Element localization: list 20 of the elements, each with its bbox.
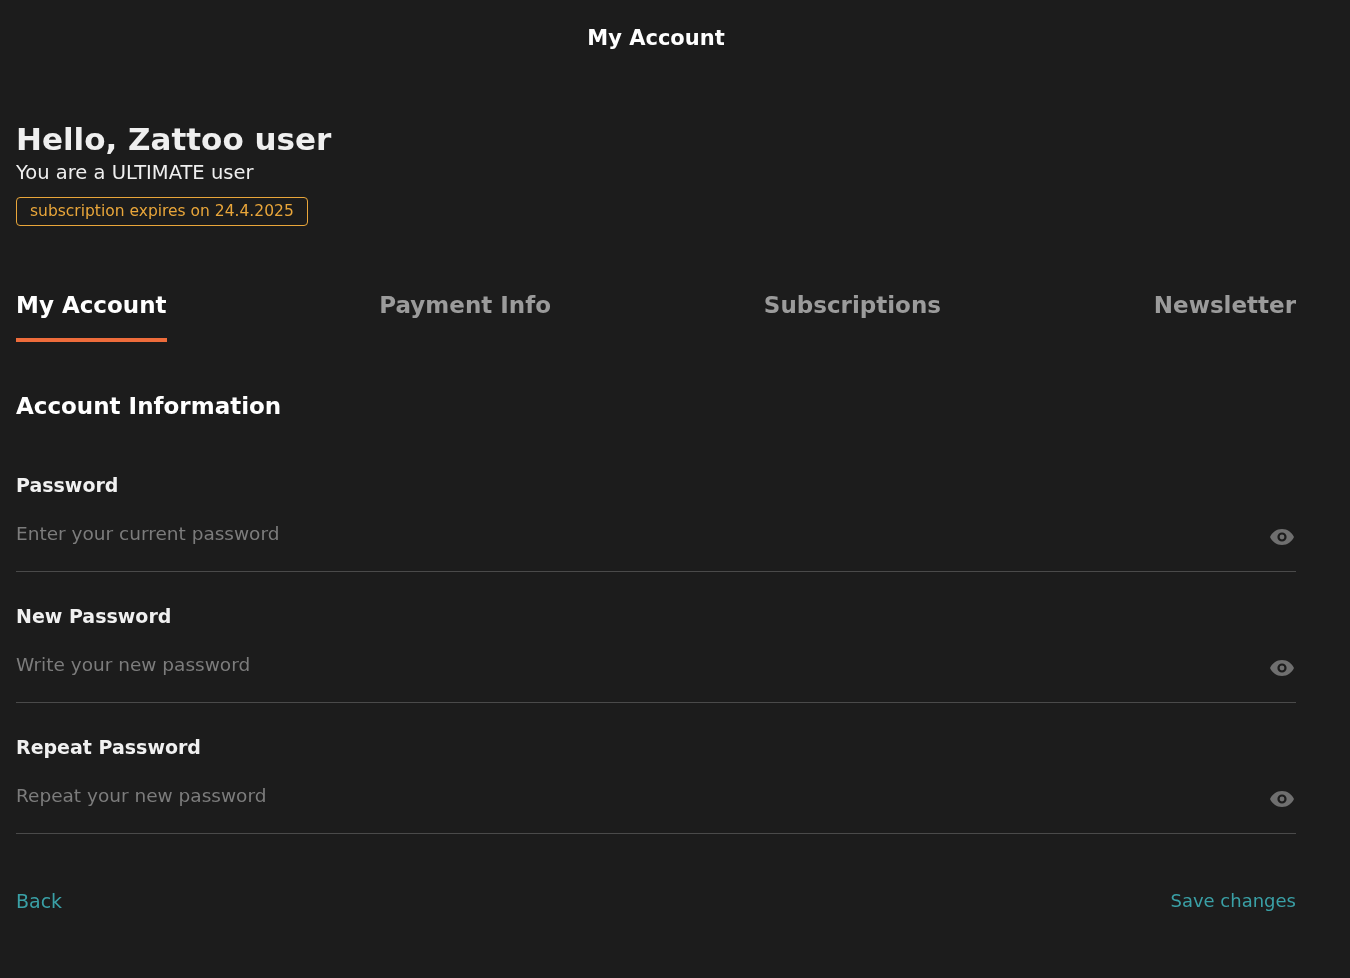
section-heading: Account Information bbox=[16, 392, 283, 421]
password-field[interactable]: Write your new password bbox=[16, 652, 1296, 703]
eye-icon[interactable] bbox=[1270, 791, 1294, 807]
page-title: My Account bbox=[587, 25, 725, 52]
tab[interactable]: Payment Info bbox=[379, 289, 552, 342]
back-link[interactable]: Back bbox=[16, 888, 63, 914]
eye-icon[interactable] bbox=[1270, 529, 1294, 545]
eye-icon[interactable] bbox=[1270, 660, 1294, 676]
password-field[interactable]: Enter your current password bbox=[16, 521, 1296, 572]
save-changes-link[interactable]: Save changes bbox=[1170, 888, 1296, 914]
field-label: Password bbox=[16, 473, 120, 498]
tab[interactable]: My Account bbox=[16, 289, 167, 342]
greeting-heading: Hello, Zattoo user bbox=[16, 121, 333, 157]
tab[interactable]: Newsletter bbox=[1153, 289, 1296, 342]
field-label: Repeat Password bbox=[16, 735, 202, 760]
password-field[interactable]: Repeat your new password bbox=[16, 783, 1296, 834]
field-label: New Password bbox=[16, 604, 173, 629]
tab[interactable]: Subscriptions bbox=[763, 289, 941, 342]
expiry-badge: subscription expires on 24.4.2025 bbox=[16, 197, 308, 226]
membership-text: You are a ULTIMATE user bbox=[16, 161, 255, 185]
